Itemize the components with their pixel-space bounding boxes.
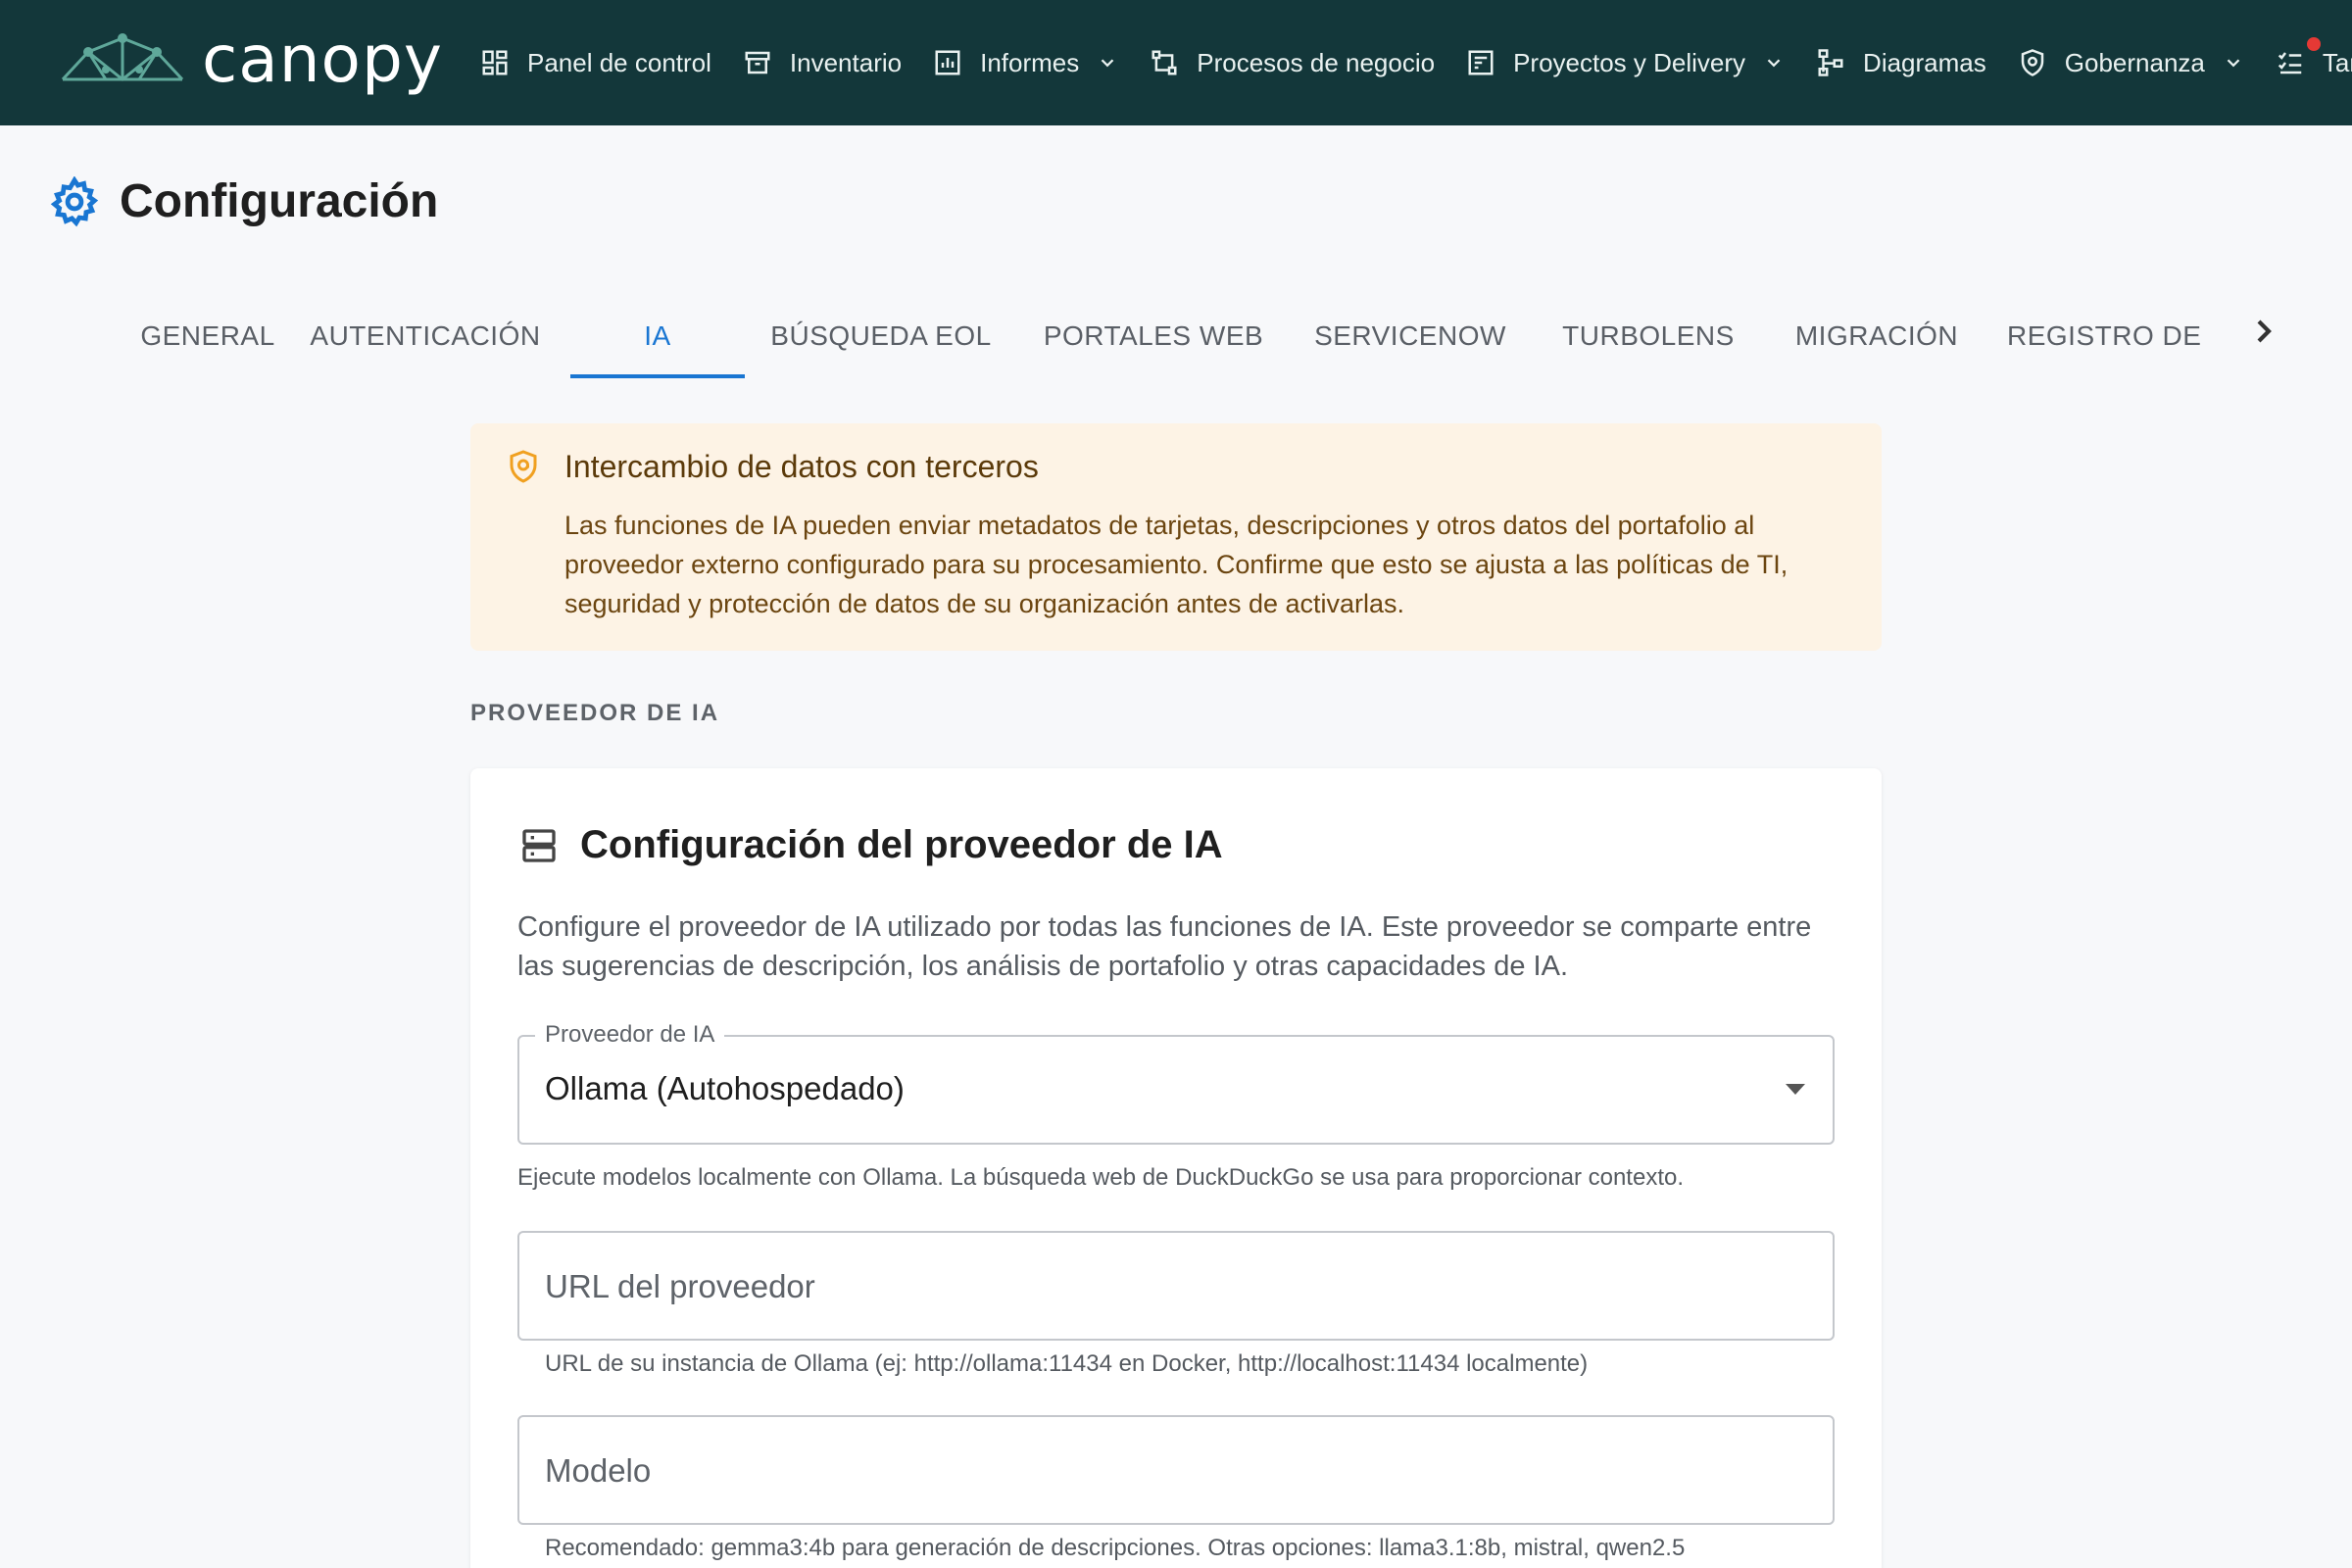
tab-servicenow[interactable]: SERVICENOW — [1290, 294, 1531, 378]
checklist-icon — [2278, 52, 2302, 74]
brand[interactable]: canopy — [59, 27, 443, 92]
process-flow-icon — [1152, 50, 1177, 75]
card-title: Configuración del proveedor de IA — [580, 823, 1223, 866]
nav-item-label: Procesos de negocio — [1197, 47, 1436, 77]
gear-icon — [50, 175, 99, 226]
tab-busqueda-eol[interactable]: BÚSQUEDA EOL — [745, 294, 1017, 378]
nav-item-inventario[interactable]: Inventario — [743, 0, 902, 125]
notification-dot — [2306, 37, 2321, 51]
canopy-logo-icon — [61, 33, 184, 81]
nav-item-label: Inventario — [789, 47, 903, 77]
chevron-down-icon — [1101, 59, 1114, 68]
nav-item-panel-de-control[interactable]: Panel de control — [480, 0, 711, 125]
nav-item-label: Tare — [2322, 47, 2352, 77]
tab-turbolens[interactable]: TURBOLENS — [1531, 294, 1766, 378]
tab-migracion[interactable]: MIGRACIÓN — [1766, 294, 1987, 378]
hierarchy-icon — [1818, 49, 1843, 76]
main-nav: Panel de control Inventario Informes Pro… — [480, 0, 2352, 125]
provider-url-field[interactable] — [517, 1231, 1835, 1341]
tab-general[interactable]: GENERAL — [137, 294, 278, 378]
top-navigation-bar: canopy Panel de control Inventario Infor… — [0, 0, 2352, 125]
card-description: Configure el proveedor de IA utilizado p… — [517, 911, 1812, 982]
dropdown-arrow-icon — [1786, 1084, 1805, 1095]
bar-chart-icon — [935, 50, 960, 75]
chevron-down-icon — [1767, 59, 1781, 68]
dashboard-icon — [482, 50, 508, 75]
nav-item-diagramas[interactable]: Diagramas — [1816, 0, 1986, 125]
nav-item-label: Informes — [980, 47, 1080, 77]
brand-name: canopy — [202, 22, 443, 97]
section-label: PROVEEDOR DE IA — [470, 700, 720, 726]
data-sharing-warning-banner: Intercambio de datos con terceros Las fu… — [470, 423, 1882, 651]
model-input[interactable] — [545, 1446, 1799, 1495]
ai-provider-card: Configuración del proveedor de IA Config… — [470, 768, 1882, 1568]
tab-portales-web[interactable]: PORTALES WEB — [1017, 294, 1290, 378]
nav-item-label: Proyectos y Delivery — [1513, 47, 1746, 77]
page-title: Configuración — [120, 175, 439, 227]
nav-item-label: Panel de control — [527, 47, 711, 77]
banner-text: Las funciones de IA pueden enviar metada… — [564, 511, 1788, 618]
provider-select[interactable]: Proveedor de IA Ollama (Autohospedado) — [517, 1021, 1835, 1145]
model-helper-text: Recomendado: gemma3:4b para generación d… — [545, 1535, 1686, 1561]
provider-url-helper-text: URL de su instancia de Ollama (ej: http:… — [545, 1350, 1589, 1377]
nav-item-procesos-de-negocio[interactable]: Procesos de negocio — [1150, 0, 1435, 125]
provider-helper-text: Ejecute modelos localmente con Ollama. L… — [517, 1164, 1685, 1191]
tab-autenticacion[interactable]: AUTENTICACIÓN — [278, 294, 572, 378]
nav-item-label: Gobernanza — [2064, 47, 2205, 77]
nav-item-informes[interactable]: Informes — [933, 0, 1118, 125]
project-board-icon — [1468, 50, 1494, 75]
nav-item-tareas[interactable]: Tare — [2276, 0, 2352, 125]
settings-tabs: GENERAL AUTENTICACIÓN IA BÚSQUEDA EOL PO… — [137, 294, 2205, 378]
tab-registro-de[interactable]: REGISTRO DE — [1987, 294, 2205, 378]
tab-ia[interactable]: IA — [570, 294, 745, 378]
shield-icon — [2021, 49, 2044, 76]
server-icon — [522, 828, 556, 862]
nav-item-proyectos-y-delivery[interactable]: Proyectos y Delivery — [1466, 0, 1785, 125]
chevron-right-icon[interactable] — [2244, 312, 2283, 351]
model-field[interactable] — [517, 1415, 1835, 1525]
chevron-down-icon — [2227, 59, 2240, 68]
archive-box-icon — [745, 51, 770, 74]
provider-url-input[interactable] — [545, 1262, 1799, 1311]
page-header: Configuración — [49, 174, 438, 228]
nav-item-label: Diagramas — [1863, 47, 1986, 77]
shield-alert-icon — [510, 450, 537, 483]
nav-item-gobernanza[interactable]: Gobernanza — [2018, 0, 2244, 125]
provider-select-value: Ollama (Autohospedado) — [545, 1070, 905, 1106]
provider-select-label: Proveedor de IA — [535, 1021, 725, 1049]
card-header: Configuración del proveedor de IA — [519, 823, 1223, 867]
banner-title: Intercambio de datos con terceros — [564, 449, 1039, 484]
